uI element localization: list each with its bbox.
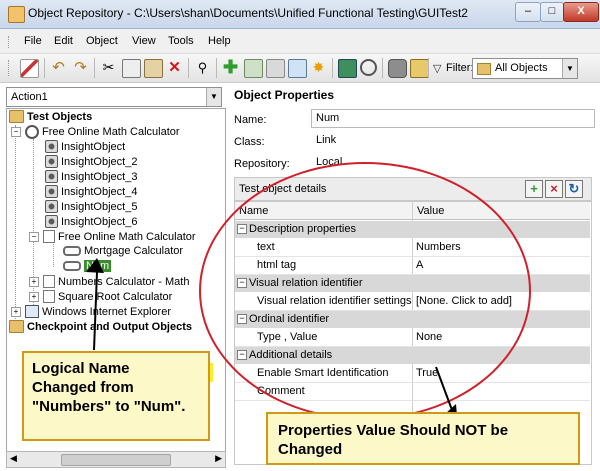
callout-line: Properties Value Should NOT be [278,422,509,439]
properties-value-callout: Properties Value Should NOT be Changed [266,412,580,465]
callout-line: Logical Name [32,360,130,377]
arrow-line [93,271,98,351]
arrow-line [435,366,453,411]
arrow-head [86,258,104,273]
callout-line: "Numbers" to "Num". [32,398,186,415]
callout-line: Changed from [32,379,134,396]
callout-line: Changed [278,441,343,458]
logical-name-callout: Logical Name Changed from "Numbers" to "… [22,351,210,441]
